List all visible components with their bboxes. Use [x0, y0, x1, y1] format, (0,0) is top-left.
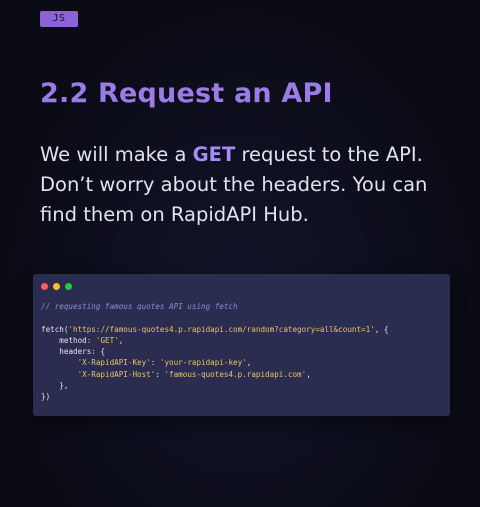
code-method-tail: ,: [118, 335, 124, 345]
code-method-value: 'GET': [95, 335, 119, 345]
close-dot-icon: [41, 283, 48, 290]
code-fetch-call: fetch(: [41, 324, 69, 334]
code-block: // requesting famous quotes API using fe…: [41, 301, 388, 403]
code-key-header-name: 'X-RapidAPI-Key': [77, 358, 151, 368]
code-key-header-sep: :: [150, 358, 160, 368]
code-comment: // requesting famous quotes API using fe…: [41, 302, 238, 311]
code-fetch-open-tail: , {: [374, 324, 389, 334]
code-host-header-name: 'X-RapidAPI-Host': [77, 369, 156, 379]
page-title: 2.2 Request an API: [40, 78, 333, 109]
code-fetch-close: }): [41, 392, 51, 402]
code-host-header-value: 'famous-quotes4.p.rapidapi.com': [164, 369, 307, 379]
language-badge: JS: [40, 11, 78, 27]
maximize-dot-icon: [65, 283, 72, 290]
code-method-key: method:: [59, 335, 96, 345]
minimize-dot-icon: [53, 283, 60, 290]
intro-text-start: We will make a: [40, 143, 193, 166]
code-key-header-tail: ,: [246, 358, 252, 368]
window-controls: [41, 283, 72, 290]
code-window: // requesting famous quotes API using fe…: [33, 274, 450, 416]
background: [0, 0, 480, 507]
intro-paragraph: We will make a GET request to the API. D…: [40, 140, 460, 230]
code-headers-key: headers: {: [59, 347, 106, 357]
code-url: 'https://famous-quotes4.p.rapidapi.com/r…: [68, 324, 375, 334]
code-key-header-value: 'your-rapidapi-key': [159, 358, 247, 368]
code-headers-close: },: [59, 381, 69, 391]
intro-keyword: GET: [192, 143, 236, 166]
code-host-header-tail: ,: [306, 369, 311, 379]
